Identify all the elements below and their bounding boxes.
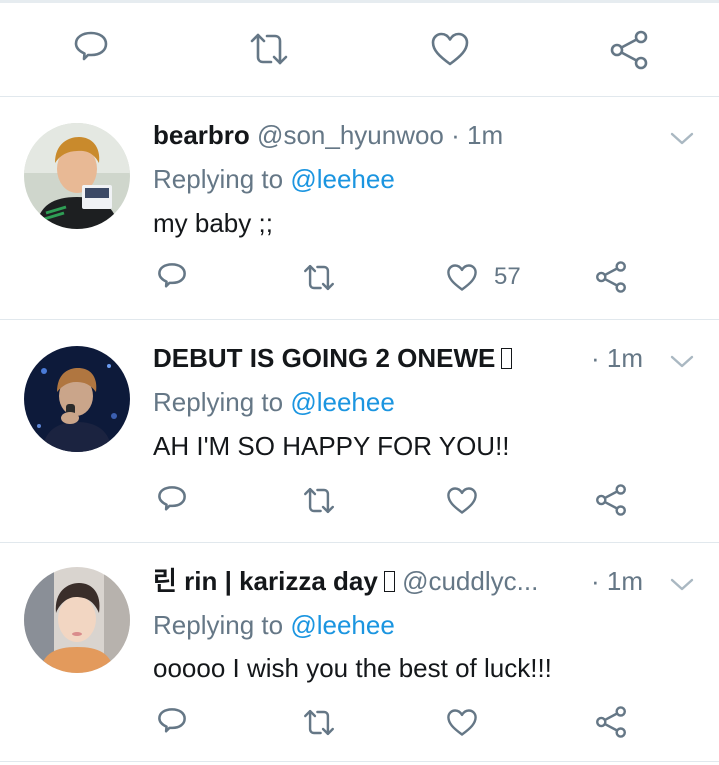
user-handle[interactable]: @cuddlyc...: [402, 566, 538, 596]
timestamp-group: · 1m: [591, 340, 643, 376]
chevron-down-icon[interactable]: [669, 354, 695, 370]
reply-icon[interactable]: [72, 29, 110, 67]
replying-to-mention[interactable]: @leehee: [290, 387, 394, 417]
timestamp-group: · 1m: [591, 563, 643, 599]
display-name[interactable]: bearbro: [153, 120, 250, 150]
tweet-text: AH I'M SO HAPPY FOR YOU!!: [153, 431, 510, 461]
heart-icon[interactable]: [446, 708, 478, 737]
replying-to-mention[interactable]: @leehee: [290, 610, 394, 640]
time-separator: ·: [451, 120, 460, 150]
retweet-icon[interactable]: [302, 262, 336, 293]
share-icon[interactable]: [594, 483, 628, 517]
display-name[interactable]: DEBUT IS GOING 2 ONEWE: [153, 343, 495, 373]
tweet-header: 린 rin | karizza day @cuddlyc...: [153, 563, 569, 599]
timestamp[interactable]: 1m: [467, 120, 503, 150]
share-icon[interactable]: [608, 29, 650, 71]
share-icon[interactable]: [594, 705, 628, 739]
timestamp[interactable]: 1m: [607, 343, 643, 373]
heart-icon[interactable]: [446, 263, 478, 292]
tweet-reply[interactable]: bearbro @son_hyunwoo · 1m Replying to @l…: [0, 97, 719, 320]
reply-icon[interactable]: [156, 261, 188, 293]
avatar[interactable]: [24, 123, 130, 229]
chevron-down-icon[interactable]: [669, 131, 695, 147]
tweet-text: my baby ;;: [153, 208, 273, 238]
retweet-icon[interactable]: [302, 707, 336, 738]
avatar[interactable]: [24, 567, 130, 673]
replying-to: Replying to @leehee: [153, 384, 395, 420]
tweet-reply[interactable]: 린 rin | karizza day @cuddlyc... · 1m Rep…: [0, 543, 719, 762]
retweet-icon[interactable]: [248, 30, 290, 68]
heart-icon[interactable]: [446, 486, 478, 515]
replying-to: Replying to @leehee: [153, 161, 395, 197]
retweet-icon[interactable]: [302, 485, 336, 516]
tweet-header: bearbro @son_hyunwoo · 1m: [153, 117, 699, 153]
reply-icon[interactable]: [156, 706, 188, 738]
replying-to-mention[interactable]: @leehee: [290, 164, 394, 194]
chevron-down-icon[interactable]: [669, 577, 695, 593]
timestamp[interactable]: 1m: [607, 566, 643, 596]
replying-to-label: Replying to: [153, 387, 284, 417]
time-separator: ·: [591, 343, 600, 373]
display-name[interactable]: 린 rin | karizza day: [153, 566, 378, 596]
replying-to-label: Replying to: [153, 164, 284, 194]
reply-icon[interactable]: [156, 484, 188, 516]
tweet-header: DEBUT IS GOING 2 ONEWE: [153, 340, 569, 376]
tweet-text: ooooo I wish you the best of luck!!!: [153, 653, 552, 683]
replying-to: Replying to @leehee: [153, 607, 395, 643]
tweet-reply[interactable]: DEBUT IS GOING 2 ONEWE · 1m Replying to …: [0, 320, 719, 543]
replying-to-label: Replying to: [153, 610, 284, 640]
emoji-icon: [383, 571, 395, 592]
user-handle[interactable]: @son_hyunwoo: [257, 120, 444, 150]
emoji-icon: [501, 348, 513, 369]
avatar[interactable]: [24, 346, 130, 452]
share-icon[interactable]: [594, 260, 628, 294]
heart-icon[interactable]: [430, 31, 470, 67]
like-count: 57: [494, 263, 521, 290]
time-separator: ·: [591, 566, 600, 596]
tweet-action-bar: [0, 3, 719, 97]
